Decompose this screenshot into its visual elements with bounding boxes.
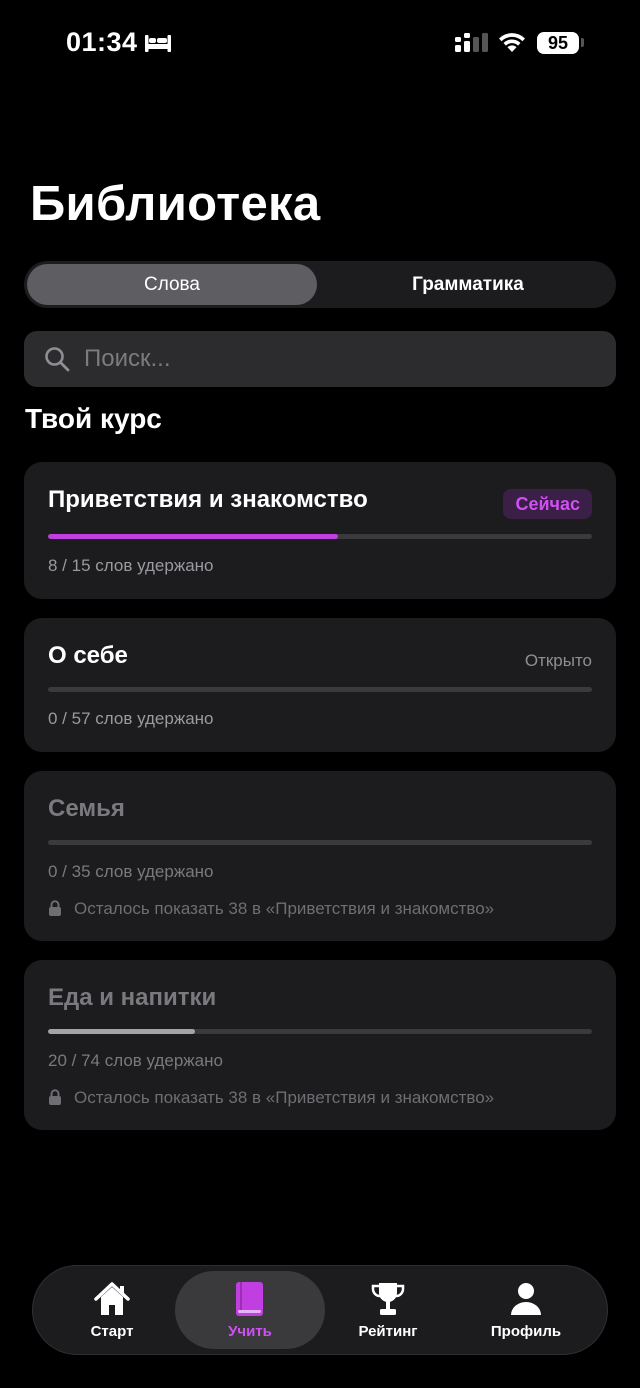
home-icon [94,1282,130,1315]
locked-note-text: Осталось показать 38 в «Приветствия и зн… [74,899,495,918]
course-status: Открыто [524,651,592,670]
status-badge-current: Сейчас [503,489,592,519]
cellular-signal-icon [455,33,488,52]
segment-grammar[interactable]: Грамматика [323,264,613,305]
tab-label: Рейтинг [358,1323,418,1340]
tab-learn[interactable]: Учить [175,1271,325,1349]
section-title: Твой курс [25,403,162,434]
tab-bar: Старт Учить Рейтинг Профиль [32,1265,608,1355]
search-icon [45,347,70,372]
lock-icon [49,900,61,916]
course-word-count: 8 / 15 слов удержано [48,556,214,575]
bed-icon [145,35,171,52]
wifi-icon [499,33,525,52]
course-progress-bar [48,534,592,539]
page-title: Библиотека [30,177,321,231]
course-word-count: 0 / 35 слов удержано [48,862,214,881]
course-card-locked[interactable]: Еда и напитки 20 / 74 слов удержано Оста… [24,960,616,1130]
person-icon [511,1283,541,1315]
tab-label: Учить [228,1323,272,1340]
course-title: Еда и напитки [48,984,217,1011]
book-icon [236,1282,263,1316]
locked-note-text: Осталось показать 38 в «Приветствия и зн… [74,1088,495,1107]
tab-start[interactable]: Старт [37,1271,187,1349]
segment-words[interactable]: Слова [27,264,317,305]
tab-label: Профиль [490,1323,562,1340]
course-progress-bar [48,840,592,845]
tab-profile[interactable]: Профиль [451,1271,601,1349]
lock-icon [49,1089,61,1105]
segmented-control: Слова Грамматика [24,261,616,308]
course-progress-fill [48,534,338,539]
course-progress-fill [48,1029,195,1034]
trophy-icon [371,1283,405,1315]
course-title: О себе [48,642,128,669]
course-progress-bar [48,687,592,692]
battery-indicator: 95 [537,32,579,54]
status-bar: 01:34 95 [0,0,640,88]
course-card[interactable]: Приветствия и знакомство Сейчас 8 / 15 с… [24,462,616,599]
locked-note: Осталось показать 38 в «Приветствия и зн… [48,899,494,919]
course-progress-bar [48,1029,592,1034]
course-word-count: 20 / 74 слов удержано [48,1051,223,1070]
course-card-locked[interactable]: Семья 0 / 35 слов удержано Осталось пока… [24,771,616,941]
battery-cap [581,38,584,47]
course-word-count: 0 / 57 слов удержано [48,709,214,728]
status-time: 01:34 [66,27,138,57]
locked-note: Осталось показать 38 в «Приветствия и зн… [48,1088,494,1108]
course-title: Приветствия и знакомство [48,486,368,513]
course-card[interactable]: О себе Открыто 0 / 57 слов удержано [24,618,616,752]
search-bar[interactable] [24,331,616,387]
tab-rating[interactable]: Рейтинг [313,1271,463,1349]
course-title: Семья [48,795,125,822]
search-input[interactable] [82,331,594,387]
tab-label: Старт [90,1323,134,1340]
